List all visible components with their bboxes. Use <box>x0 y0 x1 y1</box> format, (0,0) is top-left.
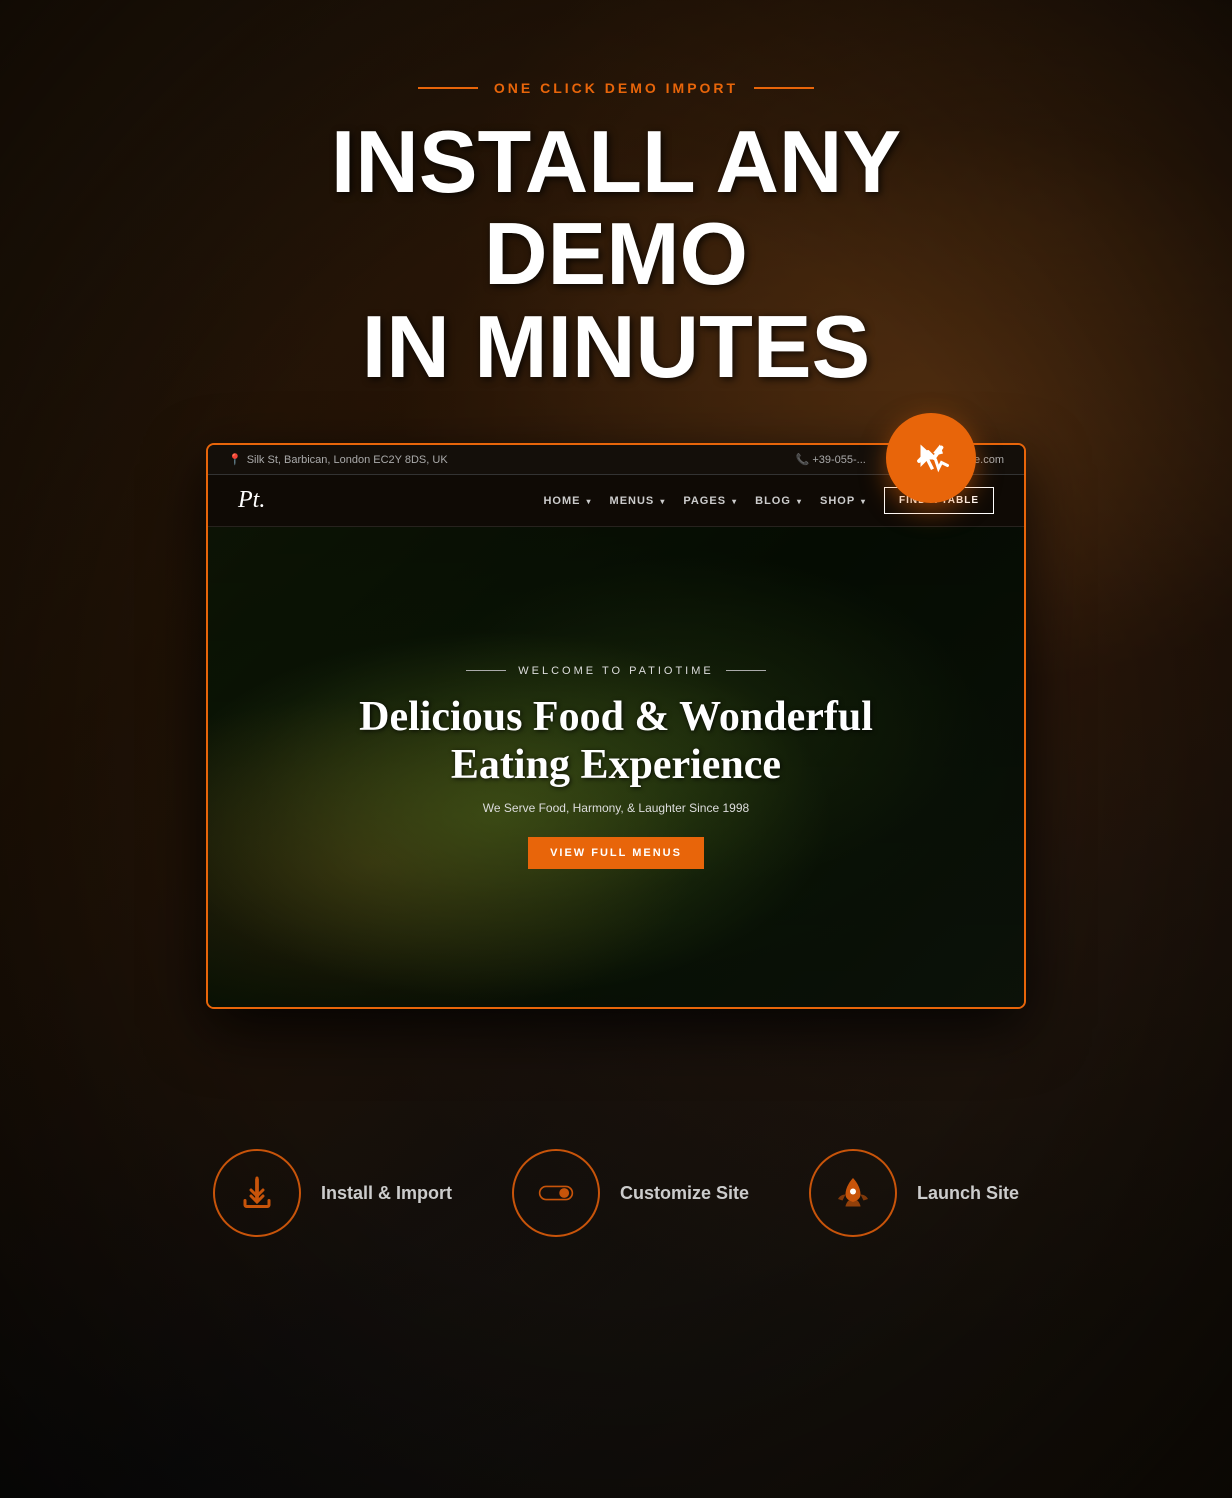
launch-icon-circle <box>809 1149 897 1237</box>
nav-blog[interactable]: BLOG ▾ <box>755 495 802 507</box>
nav-menus[interactable]: MENUS ▾ <box>610 495 666 507</box>
customize-label: Customize Site <box>620 1183 749 1204</box>
hero-description: We Serve Food, Harmony, & Laughter Since… <box>483 801 749 815</box>
launch-label: Launch Site <box>917 1183 1019 1204</box>
hero-line-left <box>466 670 506 671</box>
site-topbar-address: 📍 Silk St, Barbican, London EC2Y 8DS, UK <box>228 453 448 466</box>
feature-install: Install & Import <box>213 1149 452 1237</box>
phone-info: 📞 +39-055-... <box>796 453 866 466</box>
location-icon: 📍 <box>228 453 242 466</box>
hero-cta-button[interactable]: VIEW FULL MENUS <box>528 837 704 869</box>
download-icon <box>239 1175 275 1211</box>
cursor-click-icon <box>913 440 949 476</box>
site-logo: Pt. <box>238 487 265 514</box>
top-section: ONE CLICK DEMO IMPORT INSTALL ANY DEMO I… <box>0 0 1232 1089</box>
nav-shop[interactable]: SHOP ▾ <box>820 495 866 507</box>
hero-line-right <box>726 670 766 671</box>
subtitle-text: ONE CLICK DEMO IMPORT <box>494 80 738 96</box>
install-icon-circle <box>213 1149 301 1237</box>
rocket-icon <box>835 1175 871 1211</box>
customize-icon-circle <box>512 1149 600 1237</box>
hero-subtitle: WELCOME TO PATIOTIME <box>518 665 713 677</box>
nav-pages[interactable]: PAGES ▾ <box>683 495 737 507</box>
site-hero: WELCOME TO PATIOTIME Delicious Food & Wo… <box>208 527 1024 1007</box>
hero-subtitle-line: WELCOME TO PATIOTIME <box>466 665 765 677</box>
feature-customize: Customize Site <box>512 1149 749 1237</box>
hero-title: Delicious Food & Wonderful Eating Experi… <box>359 693 873 790</box>
click-install-button[interactable] <box>886 413 976 503</box>
subtitle-line-right <box>754 87 814 89</box>
main-title: INSTALL ANY DEMO IN MINUTES <box>216 116 1016 393</box>
subtitle-line: ONE CLICK DEMO IMPORT <box>418 80 814 96</box>
features-section: Install & Import Customize Site <box>0 1089 1232 1317</box>
main-title-line2: IN MINUTES <box>362 297 870 396</box>
nav-home[interactable]: HOME ▾ <box>543 495 591 507</box>
feature-launch: Launch Site <box>809 1149 1019 1237</box>
browser-frame: 📍 Silk St, Barbican, London EC2Y 8DS, UK… <box>206 443 1026 1009</box>
install-label: Install & Import <box>321 1183 452 1204</box>
subtitle-line-left <box>418 87 478 89</box>
hero-content: WELCOME TO PATIOTIME Delicious Food & Wo… <box>359 665 873 870</box>
demo-container: 📍 Silk St, Barbican, London EC2Y 8DS, UK… <box>206 443 1026 1009</box>
toggle-icon <box>538 1175 574 1211</box>
main-title-line1: INSTALL ANY DEMO <box>331 112 901 303</box>
phone-icon: 📞 <box>796 454 810 466</box>
